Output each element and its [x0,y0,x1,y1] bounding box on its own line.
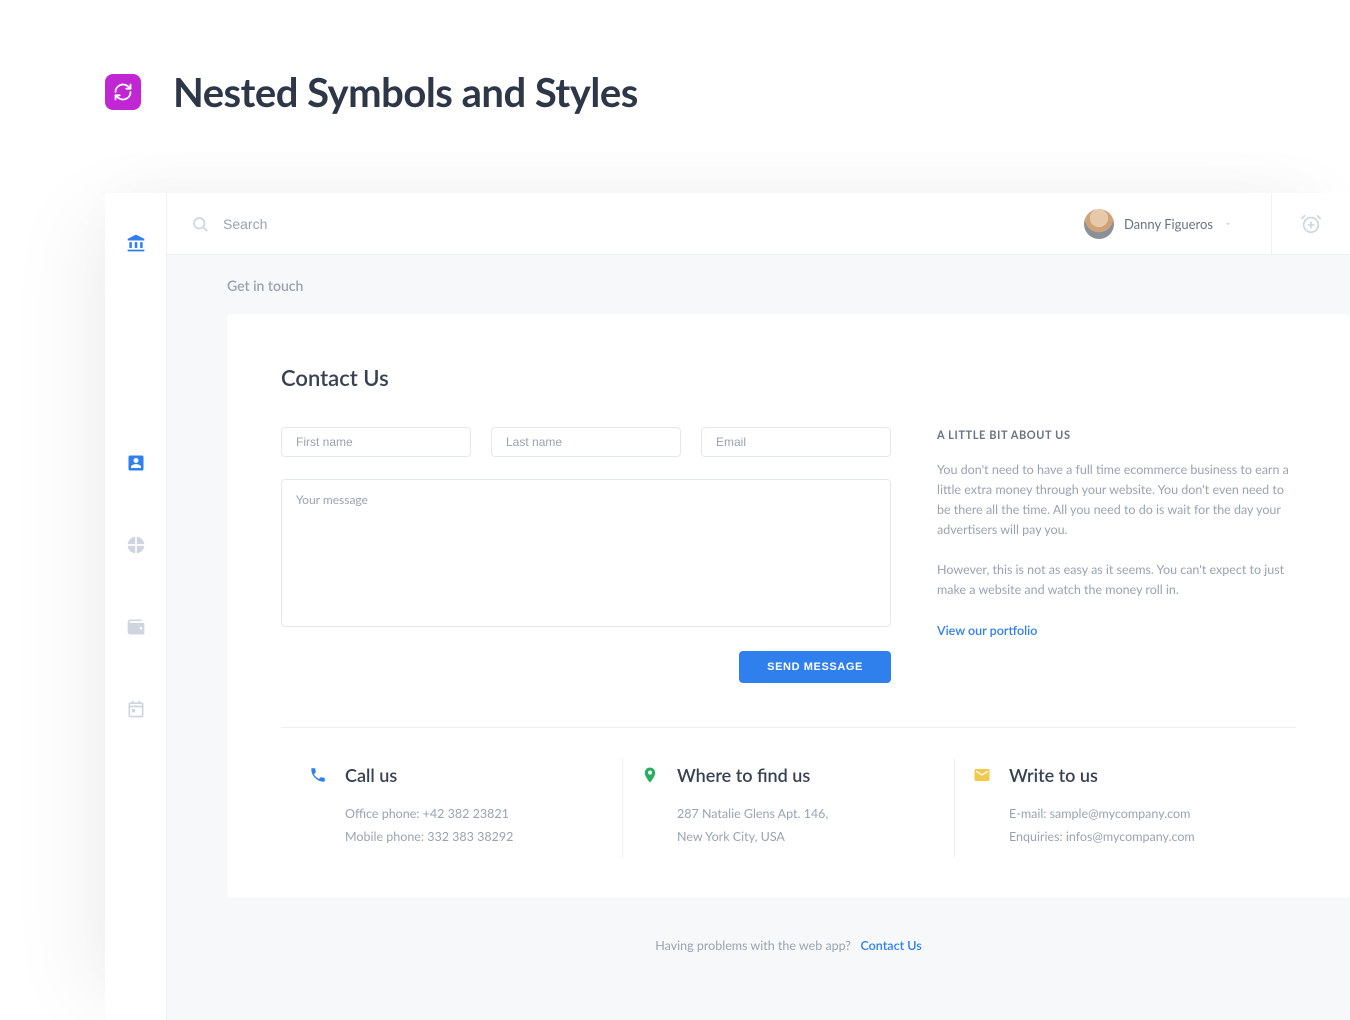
sidebar-item-wallet[interactable] [105,597,167,657]
app-logo-badge [105,74,141,110]
email-field[interactable] [701,427,891,457]
wallet-icon [126,617,146,637]
topbar: Danny Figueros [167,193,1350,255]
add-reminder-button[interactable] [1296,209,1326,239]
contact-block-location: Where to find us 287 Natalie Glens Apt. … [622,758,954,858]
sidebar-item-bank[interactable] [105,213,167,273]
sidebar-item-calendar[interactable] [105,679,167,739]
chevron-down-icon [1223,219,1233,229]
contact-line: Enquiries: infos@mycompany.com [1009,829,1268,844]
about-heading: A LITTLE BIT ABOUT US [937,429,1296,442]
refresh-icon [113,82,133,102]
sidebar-item-analytics[interactable] [105,515,167,575]
avatar [1084,209,1114,239]
contact-line: New York City, USA [677,829,936,844]
app-frame: Danny Figueros Get in touch Contact Us [105,193,1350,1020]
contact-block-title: Call us [345,764,397,786]
calendar-icon [126,699,146,719]
search-icon [191,215,209,233]
mail-icon [973,766,991,784]
divider [1271,193,1272,255]
contact-line: Office phone: +42 382 23821 [345,806,604,821]
portfolio-link[interactable]: View our portfolio [937,623,1037,638]
first-name-field[interactable] [281,427,471,457]
contact-line: 287 Natalie Glens Apt. 146, [677,806,936,821]
phone-icon [309,766,327,784]
divider [281,727,1296,728]
id-card-icon [126,453,146,473]
footer-help: Having problems with the web app? Contac… [227,938,1350,953]
user-name: Danny Figueros [1124,216,1213,232]
page-title: Nested Symbols and Styles [173,68,638,116]
send-message-button[interactable]: SEND MESSAGE [739,651,891,683]
contact-block-title: Write to us [1009,764,1098,786]
contact-card: Contact Us SEND MESSAGE [227,314,1350,898]
contact-block-email: Write to us E-mail: sample@mycompany.com… [954,758,1286,858]
breadcrumb: Get in touch [227,277,1350,294]
card-title: Contact Us [281,364,1296,391]
footer-text: Having problems with the web app? [655,938,851,953]
contact-block-title: Where to find us [677,764,810,786]
about-paragraph-1: You don't need to have a full time ecomm… [937,460,1296,540]
user-menu[interactable]: Danny Figueros [1084,209,1241,239]
sidebar [105,193,167,1020]
sidebar-item-contacts[interactable] [105,433,167,493]
donut-chart-icon [126,535,146,555]
contact-line: Mobile phone: 332 383 38292 [345,829,604,844]
contact-line: E-mail: sample@mycompany.com [1009,806,1268,821]
search-input[interactable] [223,216,523,232]
contact-block-call: Call us Office phone: +42 382 23821 Mobi… [291,758,622,858]
map-pin-icon [641,766,659,784]
about-paragraph-2: However, this is not as easy as it seems… [937,560,1296,600]
alarm-add-icon [1300,213,1322,235]
footer-contact-link[interactable]: Contact Us [861,938,922,953]
message-field[interactable] [281,479,891,627]
bank-icon [126,233,146,253]
last-name-field[interactable] [491,427,681,457]
